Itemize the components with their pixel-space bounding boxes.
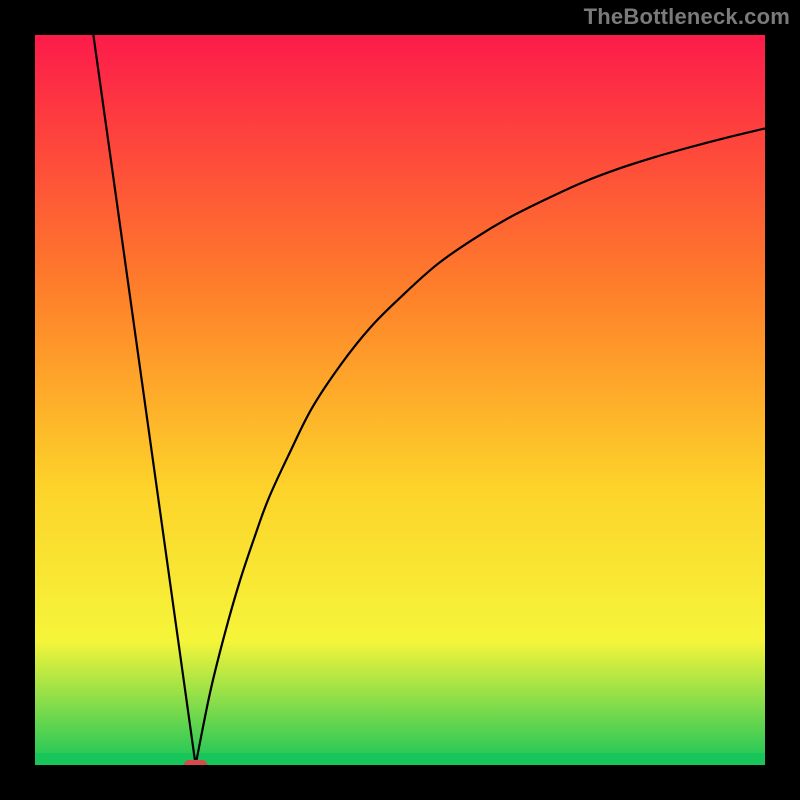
chart-svg: [0, 0, 800, 800]
chart-stage: TheBottleneck.com: [0, 0, 800, 800]
bottom-green-strip: [35, 753, 765, 765]
watermark-text: TheBottleneck.com: [584, 4, 790, 30]
